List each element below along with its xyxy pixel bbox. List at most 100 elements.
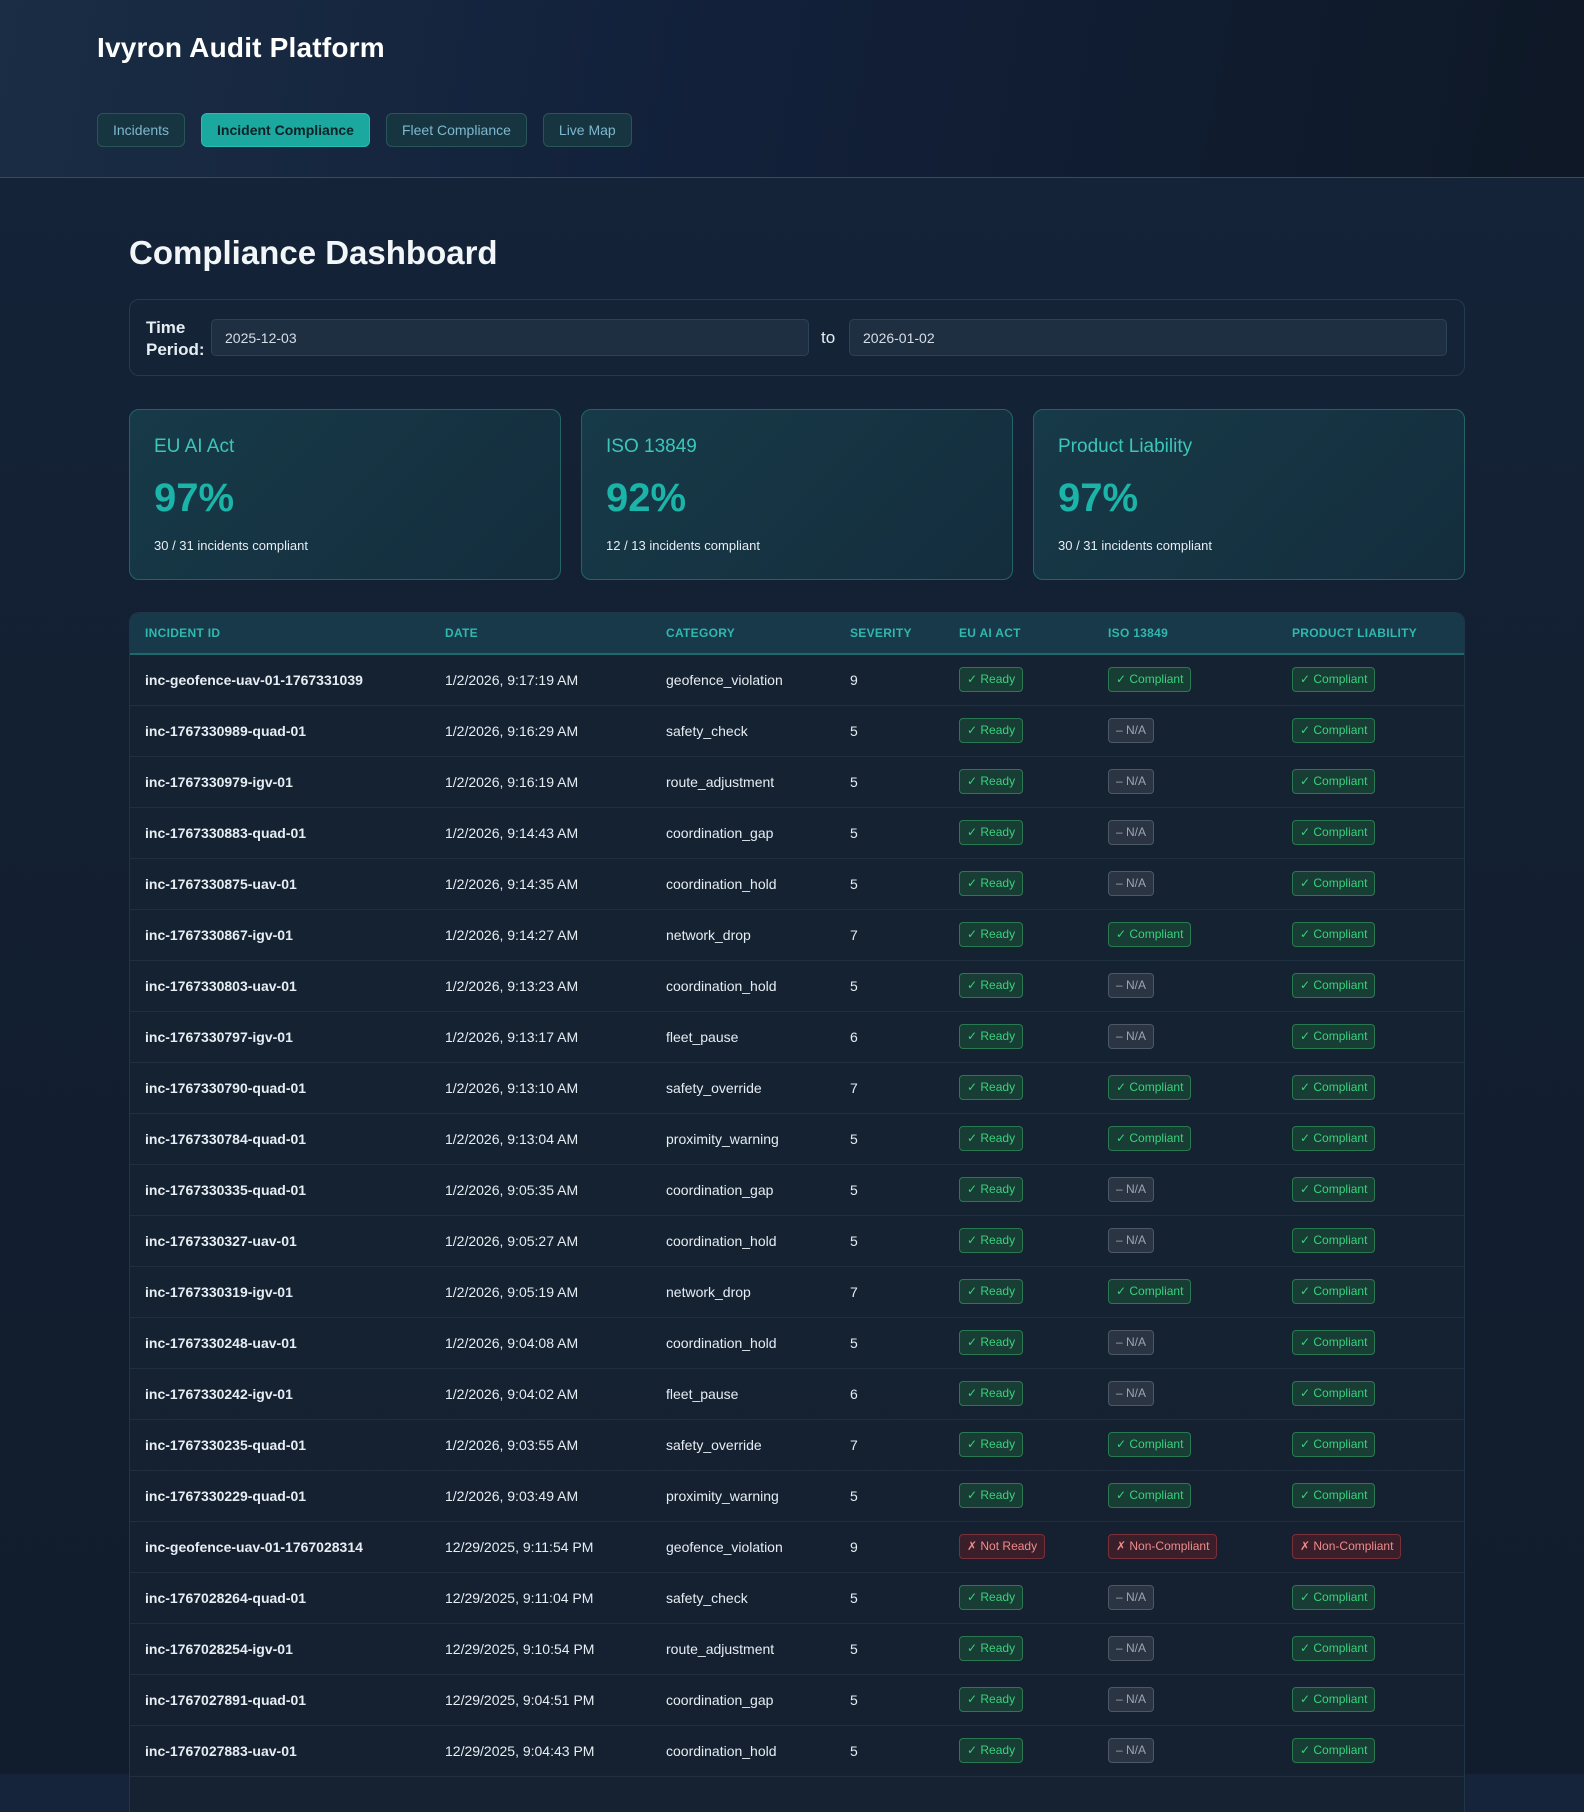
severity-cell: 7	[850, 1283, 858, 1300]
incident-id-cell[interactable]: inc-1767330327-uav-01	[130, 1215, 430, 1266]
product-liability-status-badge: ✓ Compliant	[1292, 1636, 1376, 1661]
card-title: Product Liability	[1058, 436, 1193, 457]
incident-id-cell[interactable]: inc-1767028264-quad-01	[130, 1572, 430, 1623]
product-liability-status-badge: ✓ Compliant	[1292, 1075, 1376, 1100]
incident-id-cell[interactable]: inc-1767330248-uav-01	[130, 1317, 430, 1368]
column-header-date[interactable]: DATE	[430, 613, 651, 655]
table-row[interactable]: inc-1767330979-igv-01 1/2/2026, 9:16:19 A…	[130, 756, 1464, 807]
table-row[interactable]: inc-1767330797-igv-01 1/2/2026, 9:13:17 A…	[130, 1011, 1464, 1062]
table-row[interactable]: inc-geofence-uav-01-1767028314 12/29/2025…	[130, 1521, 1464, 1572]
column-header-iso-13849[interactable]: ISO 13849	[1093, 613, 1277, 655]
incident-id-cell[interactable]: inc-1767330242-igv-01	[130, 1368, 430, 1419]
incident-id-cell[interactable]: inc-1767330319-igv-01	[130, 1266, 430, 1317]
eu-ai-act-cell: ✓ Ready	[944, 705, 1093, 756]
severity-cell: 5	[850, 1232, 858, 1249]
period-start-date-input[interactable]	[211, 319, 809, 356]
tab-incidents[interactable]: Incidents	[97, 113, 186, 147]
incident-id-cell[interactable]: inc-1767330979-igv-01	[130, 756, 430, 807]
date-cell: 1/2/2026, 9:05:27 AM	[445, 1232, 579, 1249]
incident-id-cell[interactable]: inc-1767028254-igv-01	[130, 1623, 430, 1674]
incident-id-cell[interactable]: inc-1767330790-quad-01	[130, 1062, 430, 1113]
incident-id-cell[interactable]: inc-1767027883-uav-01	[130, 1725, 430, 1776]
table-row[interactable]: inc-1767028254-igv-01 12/29/2025, 9:10:54…	[130, 1623, 1464, 1674]
table-row[interactable]: inc-1767330335-quad-01 1/2/2026, 9:05:35 …	[130, 1164, 1464, 1215]
card-subtitle: 30 / 31 incidents compliant	[154, 538, 308, 553]
table-row[interactable]: inc-1767330867-igv-01 1/2/2026, 9:14:27 A…	[130, 909, 1464, 960]
incident-id-cell[interactable]: inc-1767330235-quad-01	[130, 1419, 430, 1470]
product-liability-status-badge: ✓ Compliant	[1292, 1279, 1376, 1304]
table-row[interactable]: inc-1767330235-quad-01 1/2/2026, 9:03:55 …	[130, 1419, 1464, 1470]
severity-cell: 5	[850, 1181, 858, 1198]
incident-id-cell[interactable]: inc-1767330803-uav-01	[130, 960, 430, 1011]
table-row[interactable]: inc-1767330784-quad-01 1/2/2026, 9:13:04 …	[130, 1113, 1464, 1164]
column-header-severity[interactable]: SEVERITY	[835, 613, 944, 655]
iso-13849-cell: – N/A	[1093, 1368, 1277, 1419]
eu-ai-act-status-badge: ✓ Ready	[959, 1330, 1024, 1355]
iso-13849-status-badge: – N/A	[1108, 1585, 1155, 1610]
severity-cell: 9	[850, 671, 858, 688]
product-liability-status-badge: ✓ Compliant	[1292, 1228, 1376, 1253]
incident-id-cell[interactable]: inc-1767330784-quad-01	[130, 1113, 430, 1164]
table-row[interactable]: inc-1767027883-uav-01 12/29/2025, 9:04:43…	[130, 1725, 1464, 1776]
table-row[interactable]: inc-1767330875-uav-01 1/2/2026, 9:14:35 A…	[130, 858, 1464, 909]
eu-ai-act-cell: ✓ Ready	[944, 1266, 1093, 1317]
incident-id-cell[interactable]: inc-1767330875-uav-01	[130, 858, 430, 909]
product-liability-cell: ✓ Compliant	[1277, 909, 1464, 960]
table-row[interactable]: inc-1767330229-quad-01 1/2/2026, 9:03:49 …	[130, 1470, 1464, 1521]
product-liability-status-badge: ✓ Compliant	[1292, 1483, 1376, 1508]
table-row[interactable]: inc-1767330327-uav-01 1/2/2026, 9:05:27 A…	[130, 1215, 1464, 1266]
time-period-label: Time Period:	[146, 318, 205, 359]
table-row[interactable]: inc-1767330242-igv-01 1/2/2026, 9:04:02 A…	[130, 1368, 1464, 1419]
table-row[interactable]: inc-1767027891-quad-01 12/29/2025, 9:04:5…	[130, 1674, 1464, 1725]
category-cell: geofence_violation	[666, 671, 783, 688]
incident-id-cell[interactable]: inc-1767330867-igv-01	[130, 909, 430, 960]
eu-ai-act-cell: ✓ Ready	[944, 960, 1093, 1011]
incident-id-cell[interactable]: inc-1767027891-quad-01	[130, 1674, 430, 1725]
period-end-date-input[interactable]	[849, 319, 1447, 356]
tab-live-map[interactable]: Live Map	[542, 113, 632, 147]
column-header-incident-id[interactable]: INCIDENT ID	[130, 613, 430, 655]
table-row[interactable]: inc-1767330790-quad-01 1/2/2026, 9:13:10 …	[130, 1062, 1464, 1113]
column-header-category[interactable]: CATEGORY	[651, 613, 835, 655]
product-liability-cell: ✓ Compliant	[1277, 807, 1464, 858]
date-cell: 1/2/2026, 9:05:35 AM	[445, 1181, 579, 1198]
product-liability-cell: ✓ Compliant	[1277, 1266, 1464, 1317]
iso-13849-cell: – N/A	[1093, 1674, 1277, 1725]
eu-ai-act-status-badge: ✓ Ready	[959, 718, 1024, 743]
incident-id-cell[interactable]: inc-1767330335-quad-01	[130, 1164, 430, 1215]
severity-cell: 5	[850, 875, 858, 892]
incident-id-cell[interactable]: inc-geofence-uav-01-1767028314	[130, 1521, 430, 1572]
column-header-eu-ai-act[interactable]: EU AI ACT	[944, 613, 1093, 655]
iso-13849-cell: – N/A	[1093, 1623, 1277, 1674]
category-cell: safety_check	[666, 722, 748, 739]
table-row[interactable]: inc-1767330319-igv-01 1/2/2026, 9:05:19 A…	[130, 1266, 1464, 1317]
column-header-product-liability[interactable]: PRODUCT LIABILITY	[1277, 613, 1464, 655]
product-liability-cell: ✓ Compliant	[1277, 1419, 1464, 1470]
tab-incident-compliance[interactable]: Incident Compliance	[201, 113, 370, 147]
table-row[interactable]: inc-1767330803-uav-01 1/2/2026, 9:13:23 A…	[130, 960, 1464, 1011]
incident-id-cell[interactable]: inc-1767330883-quad-01	[130, 807, 430, 858]
eu-ai-act-cell: ✓ Ready	[944, 756, 1093, 807]
eu-ai-act-cell: ✓ Ready	[944, 1725, 1093, 1776]
product-liability-cell: ✓ Compliant	[1277, 1674, 1464, 1725]
category-cell: network_drop	[666, 1283, 751, 1300]
severity-cell: 9	[850, 1538, 858, 1555]
eu-ai-act-status-badge: ✓ Ready	[959, 1432, 1024, 1457]
table-row[interactable]: inc-1767330883-quad-01 1/2/2026, 9:14:43 …	[130, 807, 1464, 858]
table-row[interactable]: inc-1767028264-quad-01 12/29/2025, 9:11:0…	[130, 1572, 1464, 1623]
eu-ai-act-cell: ✓ Ready	[944, 1011, 1093, 1062]
incident-id-cell[interactable]: inc-geofence-uav-01-1767331039	[130, 654, 430, 705]
iso-13849-status-badge: – N/A	[1108, 1024, 1155, 1049]
iso-13849-status-badge: ✗ Non-Compliant	[1108, 1534, 1218, 1559]
table-row[interactable]: inc-1767330989-quad-01 1/2/2026, 9:16:29 …	[130, 705, 1464, 756]
tab-fleet-compliance[interactable]: Fleet Compliance	[385, 113, 527, 147]
eu-ai-act-cell: ✓ Ready	[944, 1215, 1093, 1266]
table-row[interactable]: inc-1767330248-uav-01 1/2/2026, 9:04:08 A…	[130, 1317, 1464, 1368]
app-title: Ivyron Audit Platform	[97, 32, 385, 63]
iso-13849-status-badge: ✓ Compliant	[1108, 667, 1192, 693]
incident-id-cell[interactable]: inc-1767330989-quad-01	[130, 705, 430, 756]
iso-13849-status-badge: – N/A	[1108, 973, 1155, 998]
table-row[interactable]: inc-geofence-uav-01-1767331039 1/2/2026, …	[130, 654, 1464, 705]
incident-id-cell[interactable]: inc-1767330797-igv-01	[130, 1011, 430, 1062]
incident-id-cell[interactable]: inc-1767330229-quad-01	[130, 1470, 430, 1521]
